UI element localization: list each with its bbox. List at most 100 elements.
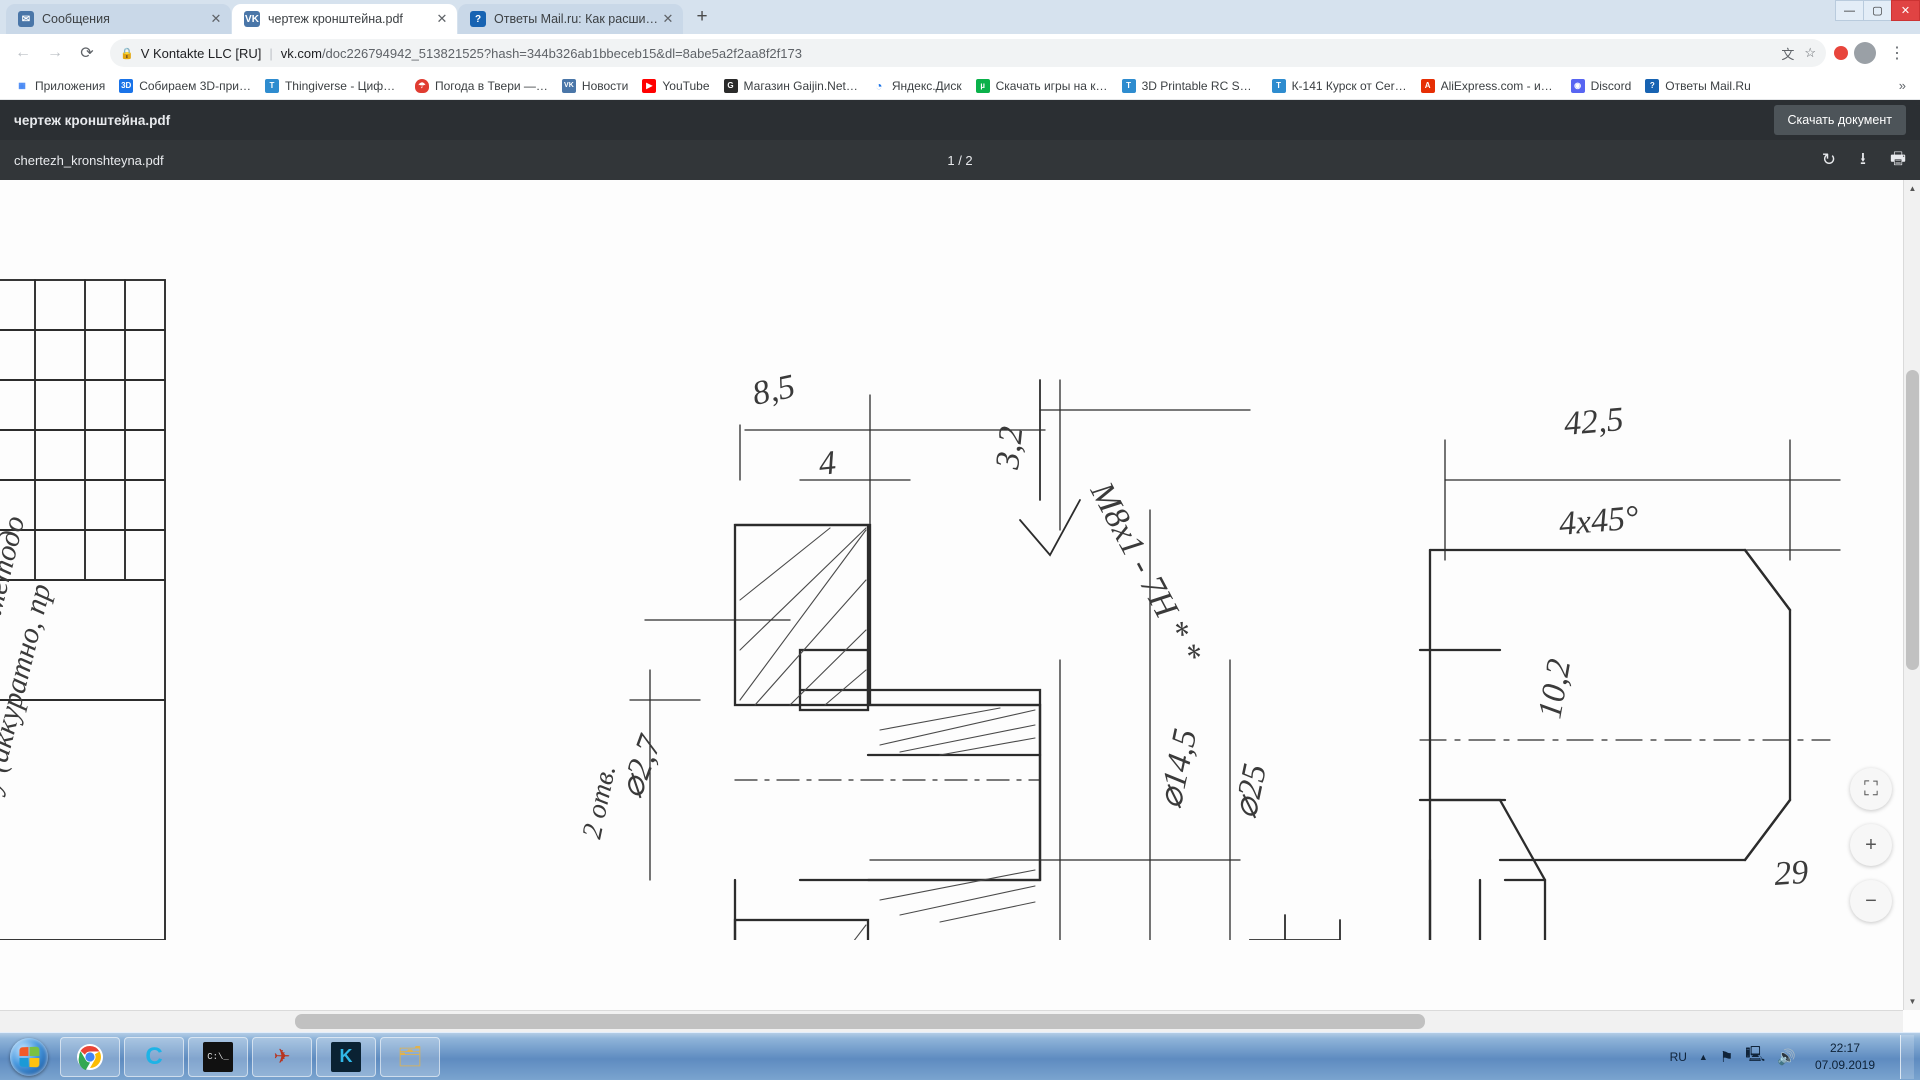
utorrent-icon: µ xyxy=(975,78,990,93)
tab-close-icon[interactable]: ✕ xyxy=(433,10,451,28)
bookmark-youtube[interactable]: ▶ YouTube xyxy=(635,77,716,95)
minimize-button[interactable]: — xyxy=(1835,0,1864,21)
bookmark-label: Магазин Gaijin.Net… xyxy=(743,78,858,93)
action-center-flag-icon[interactable]: ⚑ xyxy=(1720,1048,1733,1066)
tab-close-icon[interactable]: ✕ xyxy=(207,10,225,28)
avatar[interactable] xyxy=(1854,42,1876,64)
scroll-up-arrow-icon[interactable]: ▲ xyxy=(1904,180,1920,197)
taskbar-item-windows-explorer[interactable]: 🗂 xyxy=(380,1036,440,1077)
system-tray: RU ▲ ⚑ 🖳 🔊 22:17 07.09.2019 xyxy=(1670,1034,1920,1079)
bookmark-k141-kursk[interactable]: T К-141 Курск от Cer… xyxy=(1265,77,1414,95)
network-icon[interactable]: 🖳 xyxy=(1745,1044,1765,1069)
tab-messages[interactable]: ✉ Сообщения ✕ xyxy=(6,4,231,34)
site-identity-label: V Kontakte LLC [RU] xyxy=(140,45,262,61)
bookmark-pogoda-v-tveri[interactable]: ☂ Погода в Твери —… xyxy=(408,77,555,95)
vertical-scrollbar[interactable]: ▲ ▼ xyxy=(1903,180,1920,1010)
url-host: vk.com xyxy=(280,45,322,61)
discord-icon: ◉ xyxy=(1570,78,1585,93)
bookmark-label: Погода в Твери —… xyxy=(434,78,548,93)
close-button[interactable]: ✕ xyxy=(1891,0,1920,21)
start-button[interactable] xyxy=(2,1036,56,1078)
rotate-icon[interactable]: ↻ xyxy=(1822,150,1836,170)
vertical-scroll-thumb[interactable] xyxy=(1906,370,1919,670)
bookmark-discord[interactable]: ◉ Discord xyxy=(1564,77,1639,95)
pdf-viewer-canvas[interactable]: 1 * Размеры для справок. 2 Неуказанные п… xyxy=(0,180,1920,1032)
mailru-otvety-icon: ? xyxy=(470,11,486,27)
pdf-file-name: chertezh_kronshteyna.pdf xyxy=(14,152,164,168)
bookmark-label: YouTube xyxy=(662,78,710,93)
forward-arrow-icon[interactable]: → xyxy=(40,38,70,68)
windows-logo-icon xyxy=(10,1037,48,1076)
vk-messages-icon: ✉ xyxy=(18,11,34,27)
zoom-in-button[interactable]: + xyxy=(1850,824,1892,866)
chrome-browser-window: ✉ Сообщения ✕ VK чертеж кронштейна.pdf ✕… xyxy=(0,0,1920,1032)
scroll-down-arrow-icon[interactable]: ▼ xyxy=(1904,993,1920,1010)
chrome-menu-icon[interactable]: ⋮ xyxy=(1882,38,1912,68)
dimension-4x45: 4x45° xyxy=(1557,499,1640,543)
fit-to-page-icon[interactable]: ⛶ xyxy=(1850,768,1892,810)
taskbar-item-kicad[interactable]: K xyxy=(316,1036,376,1077)
bookmark-apps[interactable]: ▦ Приложения xyxy=(8,77,112,95)
language-indicator[interactable]: RU xyxy=(1670,1050,1687,1064)
extension-icon[interactable] xyxy=(1834,46,1848,60)
show-desktop-button[interactable] xyxy=(1900,1034,1914,1079)
page-content: чертеж кронштейна.pdf Скачать документ c… xyxy=(0,100,1920,1032)
dimension-29: 29 xyxy=(1773,854,1809,893)
taskbar-item-war-thunder[interactable]: ✈ xyxy=(252,1036,312,1077)
print-icon[interactable]: 🖶 xyxy=(1890,146,1906,175)
bookmark-novosti[interactable]: VK Новости xyxy=(555,77,635,95)
download-document-button[interactable]: Скачать документ xyxy=(1773,105,1906,135)
bookmark-thingiverse[interactable]: T Thingiverse - Цифр… xyxy=(258,77,408,95)
bookmark-label: К-141 Курск от Cer… xyxy=(1291,78,1407,93)
bookmark-yandex-disk[interactable]: ◔ Яндекс.Диск xyxy=(865,77,969,95)
apps-grid-icon: ▦ xyxy=(15,78,29,93)
translate-icon[interactable]: 文 xyxy=(1781,44,1794,63)
bookmark-label: Новости xyxy=(581,78,629,93)
taskbar-clock[interactable]: 22:17 07.09.2019 xyxy=(1808,1040,1882,1072)
bookmark-label: Собираем 3D-при… xyxy=(139,78,251,93)
maximize-button[interactable]: ▢ xyxy=(1863,0,1892,21)
download-icon[interactable]: ⭳ xyxy=(1860,146,1866,175)
bookmark-skachat-igry[interactable]: µ Скачать игры на к… xyxy=(969,77,1115,95)
taskbar-item-cura[interactable]: C xyxy=(124,1036,184,1077)
cura-icon: C xyxy=(145,1042,163,1070)
cmd-icon: C:\_ xyxy=(203,1041,233,1072)
tab-title: чертеж кронштейна.pdf xyxy=(268,12,403,26)
airplane-icon: ✈ xyxy=(273,1046,291,1068)
gaijin-icon: G xyxy=(723,78,738,93)
pdf-toolbar: chertezh_kronshteyna.pdf 1 / 2 ↻ ⭳ 🖶 xyxy=(0,140,1920,180)
horizontal-scroll-thumb[interactable] xyxy=(295,1014,1425,1029)
thingiverse-icon: T xyxy=(264,78,279,93)
reload-icon[interactable]: ⟳ xyxy=(72,38,102,68)
tab-close-icon[interactable]: ✕ xyxy=(659,10,677,28)
back-arrow-icon[interactable]: ← xyxy=(8,38,38,68)
zoom-out-button[interactable]: − xyxy=(1850,880,1892,922)
bookmark-sobiraem-3d[interactable]: 3D Собираем 3D-при… xyxy=(112,77,258,95)
folder-icon: 🗂 xyxy=(397,1046,423,1068)
windows-taskbar: C C:\_ ✈ K 🗂 RU ▲ ⚑ 🖳 🔊 22:17 07.09.2019 xyxy=(0,1032,1920,1080)
vk-document-header: чертеж кронштейна.pdf Скачать документ xyxy=(0,100,1920,140)
aliexpress-icon: A xyxy=(1420,78,1435,93)
bookmark-star-icon[interactable]: ☆ xyxy=(1804,45,1816,61)
bookmark-aliexpress[interactable]: A AliExpress.com - ин… xyxy=(1414,77,1564,95)
bookmark-magazin-gaijin[interactable]: G Магазин Gaijin.Net… xyxy=(717,77,865,95)
show-hidden-icons-arrow[interactable]: ▲ xyxy=(1699,1052,1708,1062)
bookmark-3d-printable-rc[interactable]: T 3D Printable RC Spi… xyxy=(1115,77,1265,95)
vk-icon: VK xyxy=(244,11,260,27)
bookmark-label: Thingiverse - Цифр… xyxy=(284,78,401,93)
bookmarks-overflow-icon[interactable]: » xyxy=(1893,78,1912,93)
window-controls: — ▢ ✕ xyxy=(1835,0,1920,22)
horizontal-scrollbar[interactable] xyxy=(0,1010,1903,1032)
taskbar-item-command-prompt[interactable]: C:\_ xyxy=(188,1036,248,1077)
tab-title: Сообщения xyxy=(42,12,110,26)
tab-otvety-mailru[interactable]: ? Ответы Mail.ru: Как расшифров ✕ xyxy=(458,4,683,34)
taskbar-item-google-chrome[interactable] xyxy=(60,1036,120,1077)
volume-icon[interactable]: 🔊 xyxy=(1777,1048,1796,1066)
new-tab-button[interactable]: + xyxy=(688,4,716,32)
bookmark-label: Яндекс.Диск xyxy=(891,78,962,93)
bookmark-otvety-mailru[interactable]: ? Ответы Mail.Ru xyxy=(1638,77,1757,95)
address-bar[interactable]: 🔒 V Kontakte LLC [RU] | vk.com /doc22679… xyxy=(110,39,1826,67)
mailru-otvety-icon: ? xyxy=(1645,78,1660,93)
tab-chertezh-kronshteyna-pdf[interactable]: VK чертеж кронштейна.pdf ✕ xyxy=(232,4,457,34)
tab-strip: ✉ Сообщения ✕ VK чертеж кронштейна.pdf ✕… xyxy=(0,0,1920,34)
